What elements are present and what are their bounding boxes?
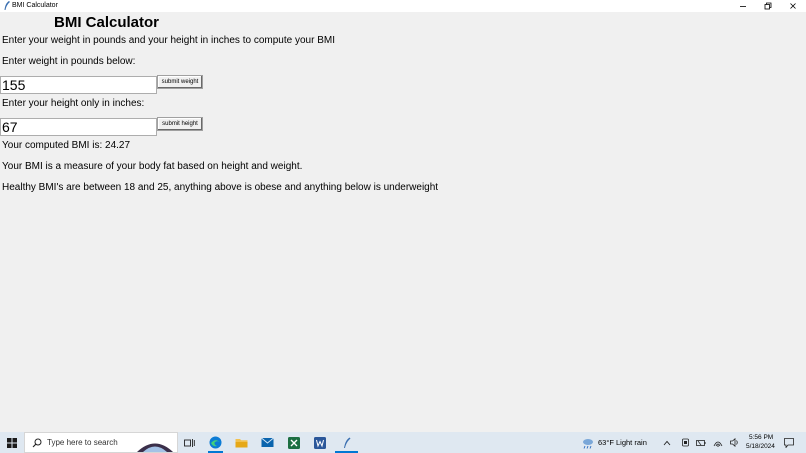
app-content: BMI Calculator Enter your weight in poun… [0, 12, 806, 432]
submit-weight-button[interactable]: submit weight [157, 75, 203, 89]
word-icon [313, 436, 326, 449]
search-icon [32, 438, 42, 448]
task-view-button[interactable] [180, 432, 198, 453]
page-title: BMI Calculator [54, 14, 160, 31]
taskbar-search-box[interactable]: Type here to search [24, 432, 178, 453]
clock-date[interactable]: 5/18/2024 [746, 443, 775, 450]
weather-icon [582, 438, 593, 449]
weight-prompt-label: Enter weight in pounds below: [2, 56, 136, 67]
minimize-button[interactable] [731, 0, 755, 12]
minimize-icon [740, 6, 746, 7]
notification-icon [784, 437, 794, 448]
clock-time[interactable]: 5:56 PM [749, 434, 773, 441]
taskbar-file-explorer[interactable] [231, 432, 252, 453]
taskbar: Type here to search 63°F Light rain 5:56… [0, 432, 806, 453]
instructions-label: Enter your weight in pounds and your hei… [2, 35, 335, 46]
taskbar-excel[interactable] [283, 432, 304, 453]
feather-app-icon [4, 1, 10, 10]
meet-now-button[interactable] [679, 432, 691, 453]
battery-icon [696, 439, 706, 446]
mail-icon [261, 437, 274, 447]
volume-icon [730, 438, 738, 447]
excel-icon [287, 436, 300, 449]
search-highlight-icon [137, 443, 173, 452]
height-input[interactable] [0, 118, 157, 136]
taskbar-bmi-app[interactable] [335, 432, 358, 453]
chevron-up-icon [663, 440, 671, 445]
title-bar[interactable]: BMI Calculator [0, 0, 806, 12]
restore-icon [764, 2, 772, 10]
bmi-result-label: Your computed BMI is: 24.27 [2, 140, 131, 151]
taskbar-edge[interactable] [205, 432, 226, 453]
start-button[interactable] [0, 432, 24, 453]
task-view-icon [183, 438, 195, 447]
network-icon [713, 441, 723, 447]
weather-text[interactable]: 63°F Light rain [598, 438, 647, 447]
meet-icon [681, 438, 689, 447]
file-explorer-icon [235, 439, 248, 448]
windows-start-icon [7, 437, 17, 448]
weight-input[interactable] [0, 76, 157, 94]
python-tk-icon [343, 437, 350, 448]
close-icon [790, 3, 796, 9]
battery-button[interactable] [695, 432, 707, 453]
taskbar-word[interactable] [309, 432, 330, 453]
show-hidden-icons-button[interactable] [661, 432, 673, 453]
description-label: Your BMI is a measure of your body fat b… [2, 161, 303, 172]
restore-button[interactable] [756, 0, 780, 12]
close-button[interactable] [781, 0, 805, 12]
healthy-range-label: Healthy BMI's are between 18 and 25, any… [2, 182, 439, 193]
submit-height-button[interactable]: submit height [157, 117, 203, 131]
notification-center-button[interactable] [782, 432, 796, 453]
volume-button[interactable] [729, 432, 741, 453]
network-button[interactable] [712, 432, 724, 453]
search-placeholder: Type here to search [47, 438, 118, 447]
window-title: BMI Calculator [12, 2, 58, 9]
taskbar-mail[interactable] [257, 432, 278, 453]
edge-icon [209, 436, 222, 449]
screen: BMI Calculator BMI Calculator Enter your… [0, 0, 806, 453]
weather-widget-icon[interactable] [580, 432, 594, 453]
height-prompt-label: Enter your height only in inches: [2, 98, 145, 109]
